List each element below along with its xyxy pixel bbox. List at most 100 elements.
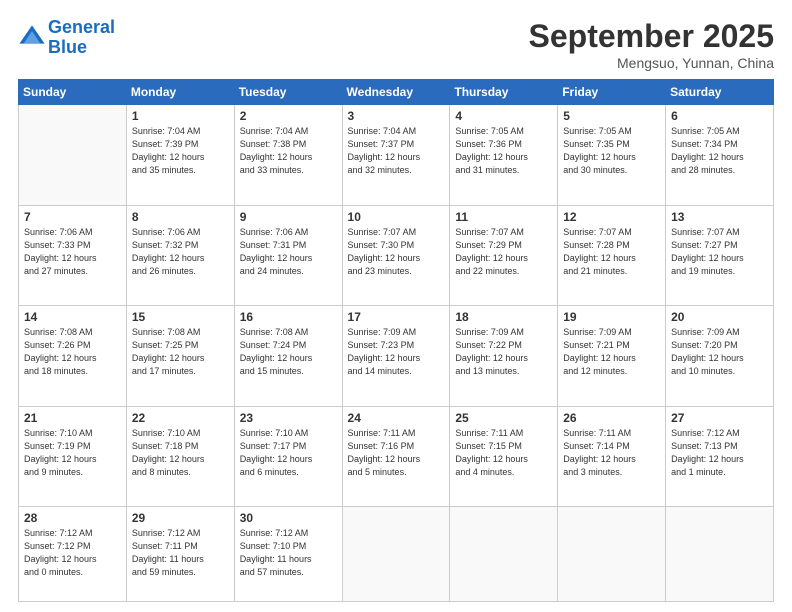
calendar-cell — [558, 507, 666, 602]
calendar-cell: 15 Sunrise: 7:08 AM Sunset: 7:25 PM Dayli… — [126, 306, 234, 407]
calendar-cell — [19, 105, 127, 206]
day-info: Sunrise: 7:12 AM Sunset: 7:12 PM Dayligh… — [24, 527, 121, 579]
day-header-sunday: Sunday — [19, 80, 127, 105]
day-number: 15 — [132, 310, 229, 324]
day-number: 25 — [455, 411, 552, 425]
calendar-cell: 27 Sunrise: 7:12 AM Sunset: 7:13 PM Dayli… — [666, 406, 774, 507]
day-number: 21 — [24, 411, 121, 425]
day-info: Sunrise: 7:12 AM Sunset: 7:10 PM Dayligh… — [240, 527, 337, 579]
day-info: Sunrise: 7:09 AM Sunset: 7:21 PM Dayligh… — [563, 326, 660, 378]
day-number: 8 — [132, 210, 229, 224]
day-header-monday: Monday — [126, 80, 234, 105]
logo-line2: Blue — [48, 37, 87, 57]
week-row-2: 7Sunrise: 7:06 AM Sunset: 7:33 PM Daylig… — [19, 205, 774, 306]
day-number: 6 — [671, 109, 768, 123]
day-info: Sunrise: 7:07 AM Sunset: 7:29 PM Dayligh… — [455, 226, 552, 278]
day-info: Sunrise: 7:07 AM Sunset: 7:28 PM Dayligh… — [563, 226, 660, 278]
day-info: Sunrise: 7:11 AM Sunset: 7:14 PM Dayligh… — [563, 427, 660, 479]
day-number: 1 — [132, 109, 229, 123]
day-info: Sunrise: 7:10 AM Sunset: 7:19 PM Dayligh… — [24, 427, 121, 479]
calendar-cell — [450, 507, 558, 602]
day-header-friday: Friday — [558, 80, 666, 105]
day-number: 17 — [348, 310, 445, 324]
day-info: Sunrise: 7:12 AM Sunset: 7:13 PM Dayligh… — [671, 427, 768, 479]
week-row-4: 21 Sunrise: 7:10 AM Sunset: 7:19 PM Dayli… — [19, 406, 774, 507]
day-number: 29 — [132, 511, 229, 525]
day-number: 27 — [671, 411, 768, 425]
title-block: September 2025 Mengsuo, Yunnan, China — [529, 18, 774, 71]
day-number: 4 — [455, 109, 552, 123]
calendar-cell: 2 Sunrise: 7:04 AM Sunset: 7:38 PM Daylig… — [234, 105, 342, 206]
day-info: Sunrise: 7:05 AM Sunset: 7:34 PM Dayligh… — [671, 125, 768, 177]
calendar: SundayMondayTuesdayWednesdayThursdayFrid… — [18, 79, 774, 602]
day-info: Sunrise: 7:10 AM Sunset: 7:18 PM Dayligh… — [132, 427, 229, 479]
calendar-cell: 9Sunrise: 7:06 AM Sunset: 7:31 PM Daylig… — [234, 205, 342, 306]
calendar-cell: 10 Sunrise: 7:07 AM Sunset: 7:30 PM Dayli… — [342, 205, 450, 306]
calendar-cell: 1Sunrise: 7:04 AM Sunset: 7:39 PM Daylig… — [126, 105, 234, 206]
day-info: Sunrise: 7:04 AM Sunset: 7:37 PM Dayligh… — [348, 125, 445, 177]
day-header-tuesday: Tuesday — [234, 80, 342, 105]
calendar-cell: 18Sunrise: 7:09 AM Sunset: 7:22 PM Dayli… — [450, 306, 558, 407]
logo-text: General Blue — [48, 18, 115, 58]
day-number: 20 — [671, 310, 768, 324]
day-number: 2 — [240, 109, 337, 123]
day-info: Sunrise: 7:06 AM Sunset: 7:32 PM Dayligh… — [132, 226, 229, 278]
calendar-cell: 13 Sunrise: 7:07 AM Sunset: 7:27 PM Dayli… — [666, 205, 774, 306]
calendar-cell: 3 Sunrise: 7:04 AM Sunset: 7:37 PM Daylig… — [342, 105, 450, 206]
day-info: Sunrise: 7:06 AM Sunset: 7:31 PM Dayligh… — [240, 226, 337, 278]
day-info: Sunrise: 7:07 AM Sunset: 7:30 PM Dayligh… — [348, 226, 445, 278]
day-header-thursday: Thursday — [450, 80, 558, 105]
day-info: Sunrise: 7:08 AM Sunset: 7:25 PM Dayligh… — [132, 326, 229, 378]
day-number: 14 — [24, 310, 121, 324]
day-number: 24 — [348, 411, 445, 425]
day-info: Sunrise: 7:09 AM Sunset: 7:20 PM Dayligh… — [671, 326, 768, 378]
day-number: 11 — [455, 210, 552, 224]
day-number: 23 — [240, 411, 337, 425]
calendar-cell: 29Sunrise: 7:12 AM Sunset: 7:11 PM Dayli… — [126, 507, 234, 602]
calendar-header-row: SundayMondayTuesdayWednesdayThursdayFrid… — [19, 80, 774, 105]
day-info: Sunrise: 7:11 AM Sunset: 7:15 PM Dayligh… — [455, 427, 552, 479]
calendar-cell: 30Sunrise: 7:12 AM Sunset: 7:10 PM Dayli… — [234, 507, 342, 602]
week-row-5: 28 Sunrise: 7:12 AM Sunset: 7:12 PM Dayli… — [19, 507, 774, 602]
day-number: 26 — [563, 411, 660, 425]
day-info: Sunrise: 7:08 AM Sunset: 7:24 PM Dayligh… — [240, 326, 337, 378]
day-info: Sunrise: 7:09 AM Sunset: 7:23 PM Dayligh… — [348, 326, 445, 378]
calendar-cell: 24 Sunrise: 7:11 AM Sunset: 7:16 PM Dayli… — [342, 406, 450, 507]
day-info: Sunrise: 7:07 AM Sunset: 7:27 PM Dayligh… — [671, 226, 768, 278]
day-header-saturday: Saturday — [666, 80, 774, 105]
calendar-cell: 12Sunrise: 7:07 AM Sunset: 7:28 PM Dayli… — [558, 205, 666, 306]
calendar-cell: 7Sunrise: 7:06 AM Sunset: 7:33 PM Daylig… — [19, 205, 127, 306]
logo-icon — [18, 24, 46, 52]
day-number: 13 — [671, 210, 768, 224]
day-number: 3 — [348, 109, 445, 123]
day-info: Sunrise: 7:05 AM Sunset: 7:36 PM Dayligh… — [455, 125, 552, 177]
day-number: 22 — [132, 411, 229, 425]
calendar-cell: 16 Sunrise: 7:08 AM Sunset: 7:24 PM Dayli… — [234, 306, 342, 407]
day-number: 16 — [240, 310, 337, 324]
day-info: Sunrise: 7:08 AM Sunset: 7:26 PM Dayligh… — [24, 326, 121, 378]
day-number: 28 — [24, 511, 121, 525]
location: Mengsuo, Yunnan, China — [529, 55, 774, 71]
day-number: 19 — [563, 310, 660, 324]
day-info: Sunrise: 7:11 AM Sunset: 7:16 PM Dayligh… — [348, 427, 445, 479]
calendar-cell: 14 Sunrise: 7:08 AM Sunset: 7:26 PM Dayli… — [19, 306, 127, 407]
page-header: General Blue September 2025 Mengsuo, Yun… — [18, 18, 774, 71]
calendar-cell — [666, 507, 774, 602]
calendar-cell: 20 Sunrise: 7:09 AM Sunset: 7:20 PM Dayli… — [666, 306, 774, 407]
day-info: Sunrise: 7:09 AM Sunset: 7:22 PM Dayligh… — [455, 326, 552, 378]
calendar-cell: 26 Sunrise: 7:11 AM Sunset: 7:14 PM Dayli… — [558, 406, 666, 507]
day-number: 10 — [348, 210, 445, 224]
calendar-cell: 8 Sunrise: 7:06 AM Sunset: 7:32 PM Daylig… — [126, 205, 234, 306]
calendar-cell: 5Sunrise: 7:05 AM Sunset: 7:35 PM Daylig… — [558, 105, 666, 206]
calendar-cell — [342, 507, 450, 602]
calendar-cell: 19 Sunrise: 7:09 AM Sunset: 7:21 PM Dayli… — [558, 306, 666, 407]
calendar-cell: 21 Sunrise: 7:10 AM Sunset: 7:19 PM Dayli… — [19, 406, 127, 507]
day-info: Sunrise: 7:04 AM Sunset: 7:38 PM Dayligh… — [240, 125, 337, 177]
logo: General Blue — [18, 18, 115, 58]
month-title: September 2025 — [529, 18, 774, 55]
week-row-1: 1Sunrise: 7:04 AM Sunset: 7:39 PM Daylig… — [19, 105, 774, 206]
day-number: 5 — [563, 109, 660, 123]
calendar-cell: 17 Sunrise: 7:09 AM Sunset: 7:23 PM Dayli… — [342, 306, 450, 407]
day-number: 7 — [24, 210, 121, 224]
day-header-wednesday: Wednesday — [342, 80, 450, 105]
